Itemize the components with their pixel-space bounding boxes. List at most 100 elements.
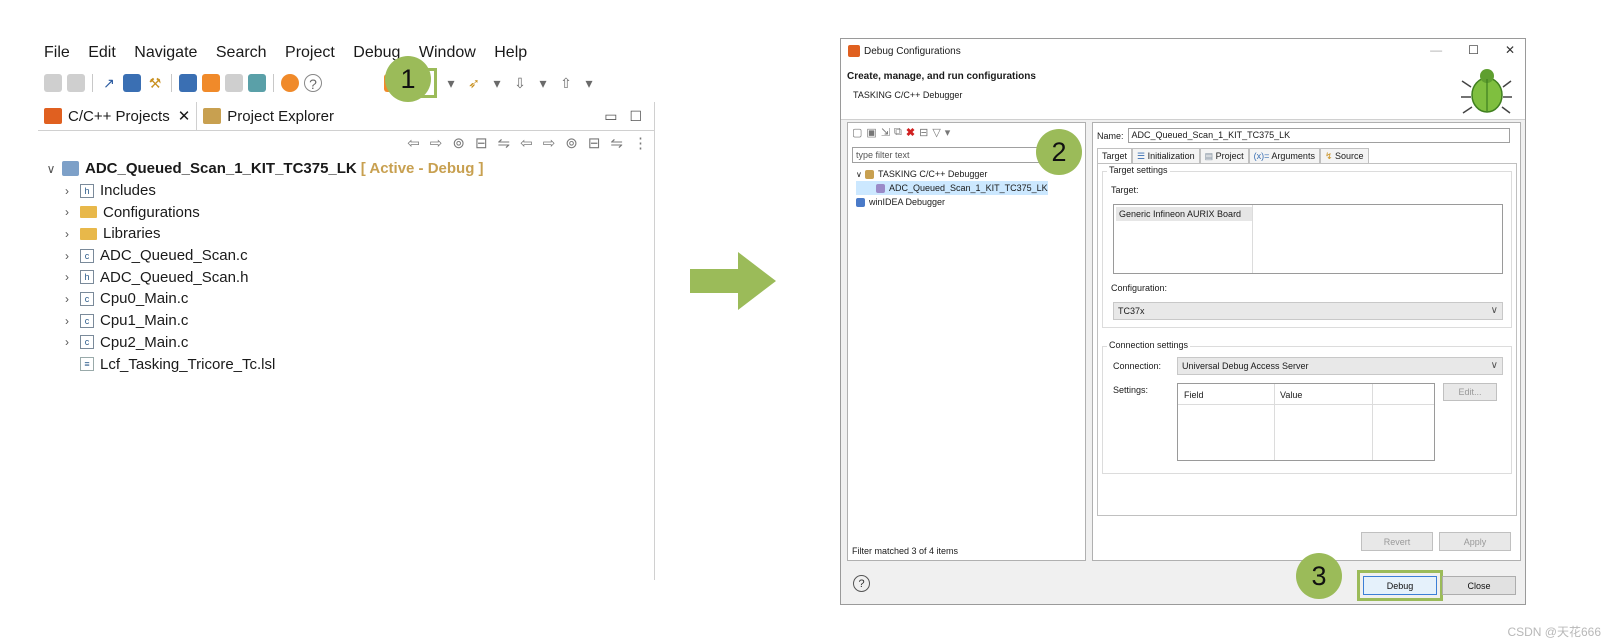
minimize-icon[interactable]: — [1430, 43, 1442, 57]
maximize-icon[interactable]: ☐ [1468, 43, 1479, 57]
tree-item[interactable]: › c Cpu1_Main.c [60, 310, 484, 332]
chevron-right-icon[interactable]: › [60, 227, 74, 241]
plugin-icon[interactable] [248, 74, 266, 92]
dropdown-chevron-icon[interactable]: ▾ [534, 74, 552, 92]
tab-project-explorer[interactable]: Project Explorer [197, 102, 340, 130]
dropdown-chevron-icon[interactable]: ▾ [488, 74, 506, 92]
connection-select[interactable]: Universal Debug Access Server ∨ [1177, 357, 1503, 375]
tree-item[interactable]: › h Includes [60, 180, 484, 202]
view-menu-icon[interactable]: ⋮ [633, 134, 648, 156]
menu-window[interactable]: Window [419, 44, 476, 61]
back-icon[interactable]: ⇦ [520, 134, 533, 156]
chevron-right-icon[interactable]: › [60, 184, 74, 198]
new-file-icon[interactable] [202, 74, 220, 92]
menu-navigate[interactable]: Navigate [134, 44, 197, 61]
chevron-down-icon[interactable]: ∨ [44, 162, 58, 176]
filter-icon[interactable]: ▽ [932, 126, 940, 139]
chevron-down-icon[interactable]: ∨ [856, 170, 865, 179]
save-icon[interactable] [44, 74, 62, 92]
tree-item-config[interactable]: ADC_Queued_Scan_1_KIT_TC375_LK [856, 181, 1048, 195]
save-all-icon[interactable] [67, 74, 85, 92]
connection-settings-group: Connection settings Connection: Universa… [1102, 340, 1512, 474]
back-icon[interactable]: ⇦ [407, 134, 420, 156]
menu-file[interactable]: File [44, 44, 70, 61]
chevron-right-icon[interactable]: › [60, 205, 74, 219]
forward-icon[interactable]: ⇨ [543, 134, 556, 156]
apply-button[interactable]: Apply [1439, 532, 1511, 551]
build-icon[interactable]: ↗ [100, 74, 118, 92]
chevron-down-icon[interactable]: ▾ [945, 126, 951, 139]
tab-target[interactable]: Target [1097, 148, 1133, 164]
up-icon[interactable]: ⊚ [565, 134, 578, 156]
link-editor-icon[interactable]: ⇋ [498, 134, 511, 156]
link-editor-icon[interactable]: ⇋ [610, 134, 623, 156]
tab-arguments[interactable]: (x)= Arguments [1248, 148, 1320, 164]
close-button[interactable]: Close [1442, 576, 1516, 595]
tree-item[interactable]: ≡ Lcf_Tasking_Tricore_Tc.lsl [60, 353, 484, 375]
menu-debug[interactable]: Debug [353, 44, 400, 61]
tree-item[interactable]: › c ADC_Queued_Scan.c [60, 245, 484, 267]
wrench-icon[interactable]: ⚒ [146, 74, 164, 92]
menu-help[interactable]: Help [494, 44, 527, 61]
dropdown-chevron-icon[interactable]: ▾ [580, 74, 598, 92]
tree-item[interactable]: › Configurations [60, 201, 484, 223]
help-icon[interactable]: ? [304, 74, 322, 92]
edit-button[interactable]: Edit... [1443, 383, 1497, 401]
close-icon[interactable]: ✕ [178, 107, 191, 125]
target-list-item[interactable]: Generic Infineon AURIX Board [1116, 207, 1252, 221]
tab-cc-projects[interactable]: C/C++ Projects ✕ [38, 102, 198, 130]
collapse-all-icon[interactable]: ⊟ [588, 134, 601, 156]
export-icon[interactable]: ⇲ [881, 126, 890, 139]
tab-project[interactable]: ▤ Project [1199, 148, 1249, 164]
build-config-icon[interactable] [123, 74, 141, 92]
record-icon[interactable] [281, 74, 299, 92]
duplicate-icon[interactable]: ⧉ [894, 126, 902, 139]
menu-edit[interactable]: Edit [88, 44, 116, 61]
new-config-icon[interactable]: ▢ [852, 126, 862, 139]
chevron-right-icon[interactable]: › [60, 314, 74, 328]
dropdown-chevron-icon[interactable]: ▾ [442, 74, 460, 92]
chevron-right-icon[interactable]: › [60, 292, 74, 306]
new-project-icon[interactable] [179, 74, 197, 92]
maximize-icon[interactable]: ☐ [629, 108, 642, 125]
delete-icon[interactable]: ✖ [906, 126, 915, 139]
new-prototype-icon[interactable]: ▣ [866, 126, 876, 139]
tree-item[interactable]: › c Cpu0_Main.c [60, 288, 484, 310]
chevron-right-icon[interactable]: › [60, 335, 74, 349]
menu-project[interactable]: Project [285, 44, 335, 61]
chevron-right-icon[interactable]: › [60, 249, 74, 263]
target-list[interactable]: Generic Infineon AURIX Board [1113, 204, 1503, 274]
prev-annotation-icon[interactable]: ⇧ [557, 74, 575, 92]
collapse-all-icon[interactable]: ⊟ [919, 126, 928, 139]
filter-input[interactable]: type filter text [852, 147, 1050, 163]
tab-label: Arguments [1271, 151, 1315, 161]
project-node[interactable]: ∨ ADC_Queued_Scan_1_KIT_TC375_LK [ Activ… [44, 158, 484, 180]
configuration-select[interactable]: TC37x ∨ [1113, 302, 1503, 320]
tree-item[interactable]: › Libraries [60, 223, 484, 245]
name-field[interactable]: ADC_Queued_Scan_1_KIT_TC375_LK [1127, 128, 1510, 143]
menu-search[interactable]: Search [216, 44, 267, 61]
beetle-icon [1461, 69, 1512, 114]
tab-source[interactable]: ↯ Source [1319, 148, 1369, 164]
header-subtitle: TASKING C/C++ Debugger [853, 90, 963, 100]
rocket-icon[interactable]: ➶ [465, 74, 483, 92]
up-icon[interactable]: ⊚ [452, 134, 465, 156]
help-icon[interactable]: ? [853, 575, 870, 592]
tree-item-tasking[interactable]: ∨ TASKING C/C++ Debugger [856, 167, 1048, 181]
forward-icon[interactable]: ⇨ [430, 134, 443, 156]
window-icon[interactable] [225, 74, 243, 92]
settings-table[interactable]: Field Value [1177, 383, 1435, 461]
chevron-right-icon[interactable]: › [60, 270, 74, 284]
tree-item[interactable]: › h ADC_Queued_Scan.h [60, 266, 484, 288]
tree-item-winidea[interactable]: winIDEA Debugger [856, 195, 1048, 209]
next-annotation-icon[interactable]: ⇩ [511, 74, 529, 92]
tab-initialization[interactable]: ☰ Initialization [1132, 148, 1200, 164]
collapse-all-icon[interactable]: ⊟ [475, 134, 488, 156]
close-icon[interactable]: ✕ [1505, 43, 1515, 57]
configuration-list-pane: ▢ ▣ ⇲ ⧉ ✖ ⊟ ▽ ▾ type filter text ∨ TASKI… [847, 122, 1086, 561]
column-divider [1274, 384, 1275, 460]
chevron-down-icon: ∨ [1490, 305, 1498, 316]
revert-button[interactable]: Revert [1361, 532, 1433, 551]
minimize-icon[interactable]: ▭ [604, 108, 617, 125]
tree-item[interactable]: › c Cpu2_Main.c [60, 332, 484, 354]
